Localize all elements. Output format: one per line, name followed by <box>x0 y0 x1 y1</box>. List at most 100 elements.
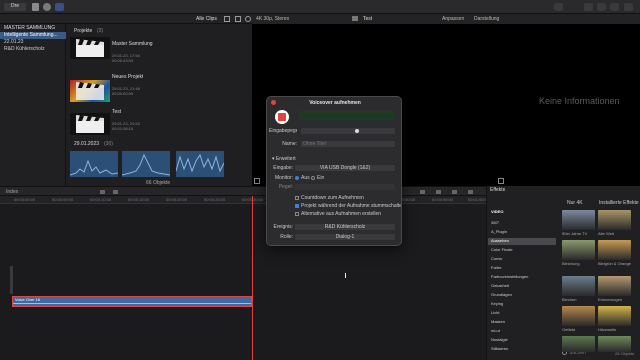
view-menu[interactable]: Anpassen <box>442 16 464 22</box>
search-icon[interactable] <box>245 16 251 22</box>
snapping-icon[interactable] <box>468 190 473 194</box>
input-level-slider[interactable] <box>301 128 395 134</box>
sidebar-item-event-rd[interactable]: R&D Kühlerscholz <box>0 46 66 53</box>
primary-storyline-marker <box>10 266 13 294</box>
category-item[interactable]: Farbe <box>488 265 556 272</box>
display-menu[interactable]: Darstellung <box>474 16 499 22</box>
category-item[interactable]: Nostalgie <box>488 337 556 344</box>
effect-thumbnail[interactable] <box>598 306 631 326</box>
project-thumbnail[interactable] <box>70 113 110 135</box>
effect-thumbnail[interactable] <box>562 336 595 352</box>
no-info-text: Keine Informationen <box>539 96 620 106</box>
category-item[interactable]: Comic <box>488 256 556 263</box>
effect-thumbnail[interactable] <box>562 306 595 326</box>
ruler-tick: 00:00:25:00 <box>204 197 226 202</box>
category-item[interactable]: 360° <box>488 220 556 227</box>
category-item[interactable]: Licht <box>488 310 556 317</box>
fullscreen-icon[interactable] <box>498 178 504 184</box>
waveform-icon <box>176 153 224 173</box>
film-icon <box>352 16 358 21</box>
projects-count: (3) <box>97 28 104 34</box>
effect-label: Bleichung <box>562 261 580 266</box>
arrow-tool-icon[interactable] <box>100 190 105 194</box>
record-button[interactable] <box>275 110 289 124</box>
library-menu-button[interactable]: Dre <box>4 3 26 11</box>
only-4k-toggle[interactable]: Nur 4K <box>567 200 583 206</box>
input-device-select[interactable]: VIA USB Dongle (1&2) <box>295 165 395 171</box>
project-name: Master Sammlung <box>112 41 153 47</box>
filmstrip-view-icon[interactable] <box>224 16 230 22</box>
project-duration: 00:01:08:16 <box>112 126 134 131</box>
category-item[interactable]: mLut <box>488 328 556 335</box>
mute-checkbox[interactable] <box>295 204 299 208</box>
countdown-label: Countdown zum Aufnehmen <box>301 195 364 201</box>
sidebar-item-smart-collection[interactable]: Intelligente Sammlung... <box>0 32 66 39</box>
audio-clip-thumbnail[interactable] <box>70 151 118 177</box>
list-view-icon[interactable] <box>235 16 241 22</box>
ruler-tick: 00:00:10:00 <box>90 197 112 202</box>
date-group-header[interactable]: 29.01.2023 <box>74 141 99 147</box>
category-item[interactable]: Grundlagen <box>488 292 556 299</box>
takes-checkbox[interactable] <box>295 212 299 216</box>
voiceover-clip[interactable]: Voice Over 16 <box>12 296 252 307</box>
category-video[interactable]: VIDEO <box>488 209 556 216</box>
name-label: Name: <box>282 141 297 147</box>
category-item[interactable]: A_Plugin <box>488 229 556 236</box>
timeline-toggle-icon[interactable] <box>597 3 606 11</box>
project-thumbnail[interactable] <box>70 37 110 59</box>
category-item[interactable]: Farbvoreinstellungen <box>488 274 556 281</box>
audio-skimming-icon[interactable] <box>436 190 441 194</box>
record-icon <box>278 113 286 121</box>
effect-thumbnail[interactable] <box>598 210 631 230</box>
share-icon[interactable] <box>554 3 563 11</box>
category-item[interactable]: Keying <box>488 301 556 308</box>
project-duration: 00:00:43:03 <box>112 58 134 63</box>
effect-thumbnail[interactable] <box>598 240 631 260</box>
audio-clip-thumbnail[interactable] <box>122 151 170 177</box>
check-icon[interactable] <box>55 3 64 11</box>
audio-clip-thumbnail[interactable] <box>176 151 224 177</box>
playhead[interactable] <box>252 196 253 360</box>
event-label: Ereignis: <box>273 224 293 230</box>
gain-slider[interactable] <box>295 184 395 190</box>
library-header[interactable]: MASTER SAMMLUNG <box>0 25 66 32</box>
timeline-area[interactable] <box>0 196 486 360</box>
mute-label: Projekt während der Aufnahme stummschalt… <box>301 203 401 209</box>
category-item[interactable]: Color Finale <box>488 247 556 254</box>
clip-filter-menu[interactable]: Alle Clips <box>196 16 217 22</box>
import-icon[interactable] <box>32 3 39 11</box>
effect-thumbnail[interactable] <box>562 210 595 230</box>
advanced-disclosure[interactable]: ▾ Erweitert <box>272 156 296 162</box>
role-select[interactable]: Dialog-1 <box>295 234 395 240</box>
inspector-toggle-icon[interactable] <box>610 3 619 11</box>
solo-icon[interactable] <box>452 190 457 194</box>
export-icon[interactable] <box>624 3 633 11</box>
browser-toggle-icon[interactable] <box>584 3 593 11</box>
category-item[interactable]: Stilisieren <box>488 346 556 353</box>
main-toolbar: Dre <box>0 0 640 14</box>
key-icon[interactable] <box>43 3 51 11</box>
sidebar-item-event-date[interactable]: 22.01.23 <box>0 39 66 46</box>
effect-thumbnail[interactable] <box>598 336 631 352</box>
effect-thumbnail[interactable] <box>598 276 631 296</box>
timeline-ruler[interactable]: 00:00:00:00 00:00:05:00 00:00:10:00 00:0… <box>0 196 486 204</box>
category-item[interactable]: Gekachelt <box>488 283 556 290</box>
countdown-checkbox[interactable] <box>295 196 299 200</box>
event-select[interactable]: R&D Kühlerscholz <box>295 224 395 230</box>
name-input[interactable]: Ohne Titel <box>301 141 395 147</box>
monitor-on-radio[interactable] <box>311 176 315 180</box>
slider-knob[interactable] <box>355 129 359 133</box>
monitor-on-label: Ein <box>317 175 325 181</box>
timeline-index-button[interactable]: Index <box>6 189 18 195</box>
skimming-icon[interactable] <box>420 190 425 194</box>
transform-icon[interactable] <box>254 178 260 184</box>
category-item-selected[interactable]: Aussehen <box>488 238 556 245</box>
effect-thumbnail[interactable] <box>562 276 595 296</box>
category-item[interactable]: Masken <box>488 319 556 326</box>
clip-appearance-icon[interactable] <box>113 190 118 194</box>
projects-header[interactable]: Projekte <box>74 28 92 34</box>
effect-thumbnail[interactable] <box>562 240 595 260</box>
effects-categories: VIDEO 360° A_Plugin Aussehen Color Final… <box>486 196 558 360</box>
monitor-off-radio[interactable] <box>295 176 299 180</box>
project-thumbnail[interactable] <box>70 80 110 102</box>
